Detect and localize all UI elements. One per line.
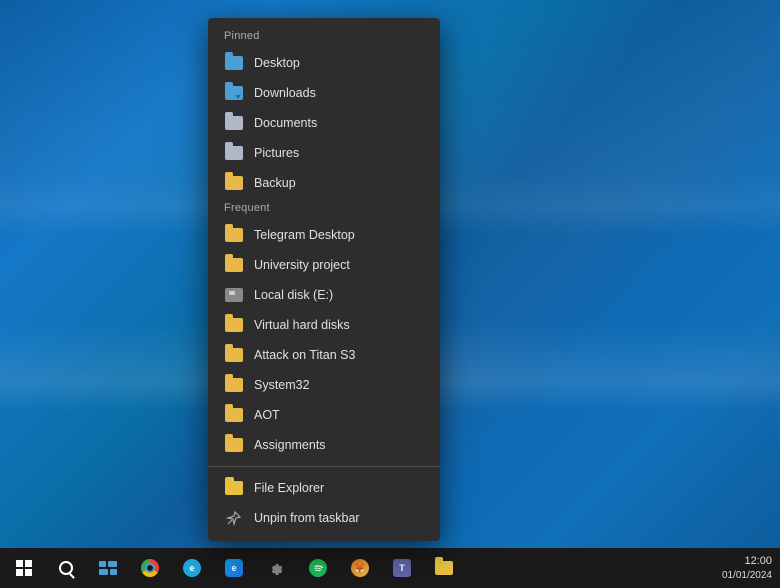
taskbar-icon-task-view[interactable] (88, 548, 128, 588)
search-icon (59, 561, 73, 575)
menu-item-pictures-label: Pictures (254, 146, 299, 160)
taskbar: e e 🦊 (0, 548, 780, 588)
folder-aot-s3-icon (224, 345, 244, 365)
taskbar-icon-edge-new[interactable]: e (214, 548, 254, 588)
taskbar-icon-file-manager[interactable] (424, 548, 464, 588)
frequent-section-label: Frequent (208, 198, 440, 220)
file-explorer-icon (224, 478, 244, 498)
folder-backup-icon (224, 173, 244, 193)
menu-item-telegram-label: Telegram Desktop (254, 228, 355, 242)
menu-item-aot-label: AOT (254, 408, 280, 422)
system-clock: 12:00 01/01/2024 (722, 554, 772, 583)
taskbar-icon-browser[interactable]: 🦊 (340, 548, 380, 588)
menu-item-desktop-label: Desktop (254, 56, 300, 70)
taskbar-icon-teams[interactable]: T (382, 548, 422, 588)
folder-download-icon (224, 83, 244, 103)
menu-item-virtual-hd[interactable]: Virtual hard disks (208, 310, 440, 340)
search-button[interactable] (48, 548, 84, 588)
menu-item-unpin-label: Unpin from taskbar (254, 511, 360, 525)
menu-item-assignments-label: Assignments (254, 438, 326, 452)
menu-item-university-label: University project (254, 258, 350, 272)
taskbar-tray: 12:00 01/01/2024 (722, 554, 780, 583)
menu-item-local-disk-label: Local disk (E:) (254, 288, 333, 302)
menu-item-aot-s3[interactable]: Attack on Titan S3 (208, 340, 440, 370)
menu-item-downloads-label: Downloads (254, 86, 316, 100)
menu-item-documents-label: Documents (254, 116, 317, 130)
disk-icon (224, 285, 244, 305)
taskbar-icon-spotify[interactable] (298, 548, 338, 588)
menu-item-unpin[interactable]: Unpin from taskbar (208, 503, 440, 533)
menu-item-virtual-hd-label: Virtual hard disks (254, 318, 350, 332)
taskbar-icon-chrome[interactable] (130, 548, 170, 588)
taskbar-icon-edge-old[interactable]: e (172, 548, 212, 588)
start-icon (16, 560, 32, 576)
menu-item-local-disk[interactable]: Local disk (E:) (208, 280, 440, 310)
menu-item-university[interactable]: University project (208, 250, 440, 280)
menu-item-pictures[interactable]: Pictures (208, 138, 440, 168)
menu-item-downloads[interactable]: Downloads (208, 78, 440, 108)
unpin-icon (224, 508, 244, 528)
menu-item-aot-s3-label: Attack on Titan S3 (254, 348, 355, 362)
menu-item-backup[interactable]: Backup (208, 168, 440, 198)
menu-item-file-explorer-label: File Explorer (254, 481, 324, 495)
menu-item-desktop[interactable]: Desktop (208, 48, 440, 78)
menu-item-documents[interactable]: Documents (208, 108, 440, 138)
menu-divider (208, 466, 440, 467)
taskbar-icons: e e 🦊 (84, 548, 468, 588)
folder-virtual-hd-icon (224, 315, 244, 335)
pinned-section-label: Pinned (208, 26, 440, 48)
folder-blue-icon (224, 53, 244, 73)
folder-telegram-icon (224, 225, 244, 245)
menu-item-system32[interactable]: System32 (208, 370, 440, 400)
folder-system32-icon (224, 375, 244, 395)
start-button[interactable] (0, 548, 48, 588)
menu-item-file-explorer[interactable]: File Explorer (208, 473, 440, 503)
context-menu: Pinned Desktop Downloads Documents Pictu… (208, 18, 440, 541)
folder-pictures-icon (224, 143, 244, 163)
folder-aot-icon (224, 405, 244, 425)
menu-item-assignments[interactable]: Assignments (208, 430, 440, 460)
menu-item-backup-label: Backup (254, 176, 296, 190)
menu-item-system32-label: System32 (254, 378, 310, 392)
folder-documents-icon (224, 113, 244, 133)
folder-assignments-icon (224, 435, 244, 455)
folder-university-icon (224, 255, 244, 275)
menu-item-telegram[interactable]: Telegram Desktop (208, 220, 440, 250)
taskbar-icon-settings[interactable] (256, 548, 296, 588)
menu-item-aot[interactable]: AOT (208, 400, 440, 430)
